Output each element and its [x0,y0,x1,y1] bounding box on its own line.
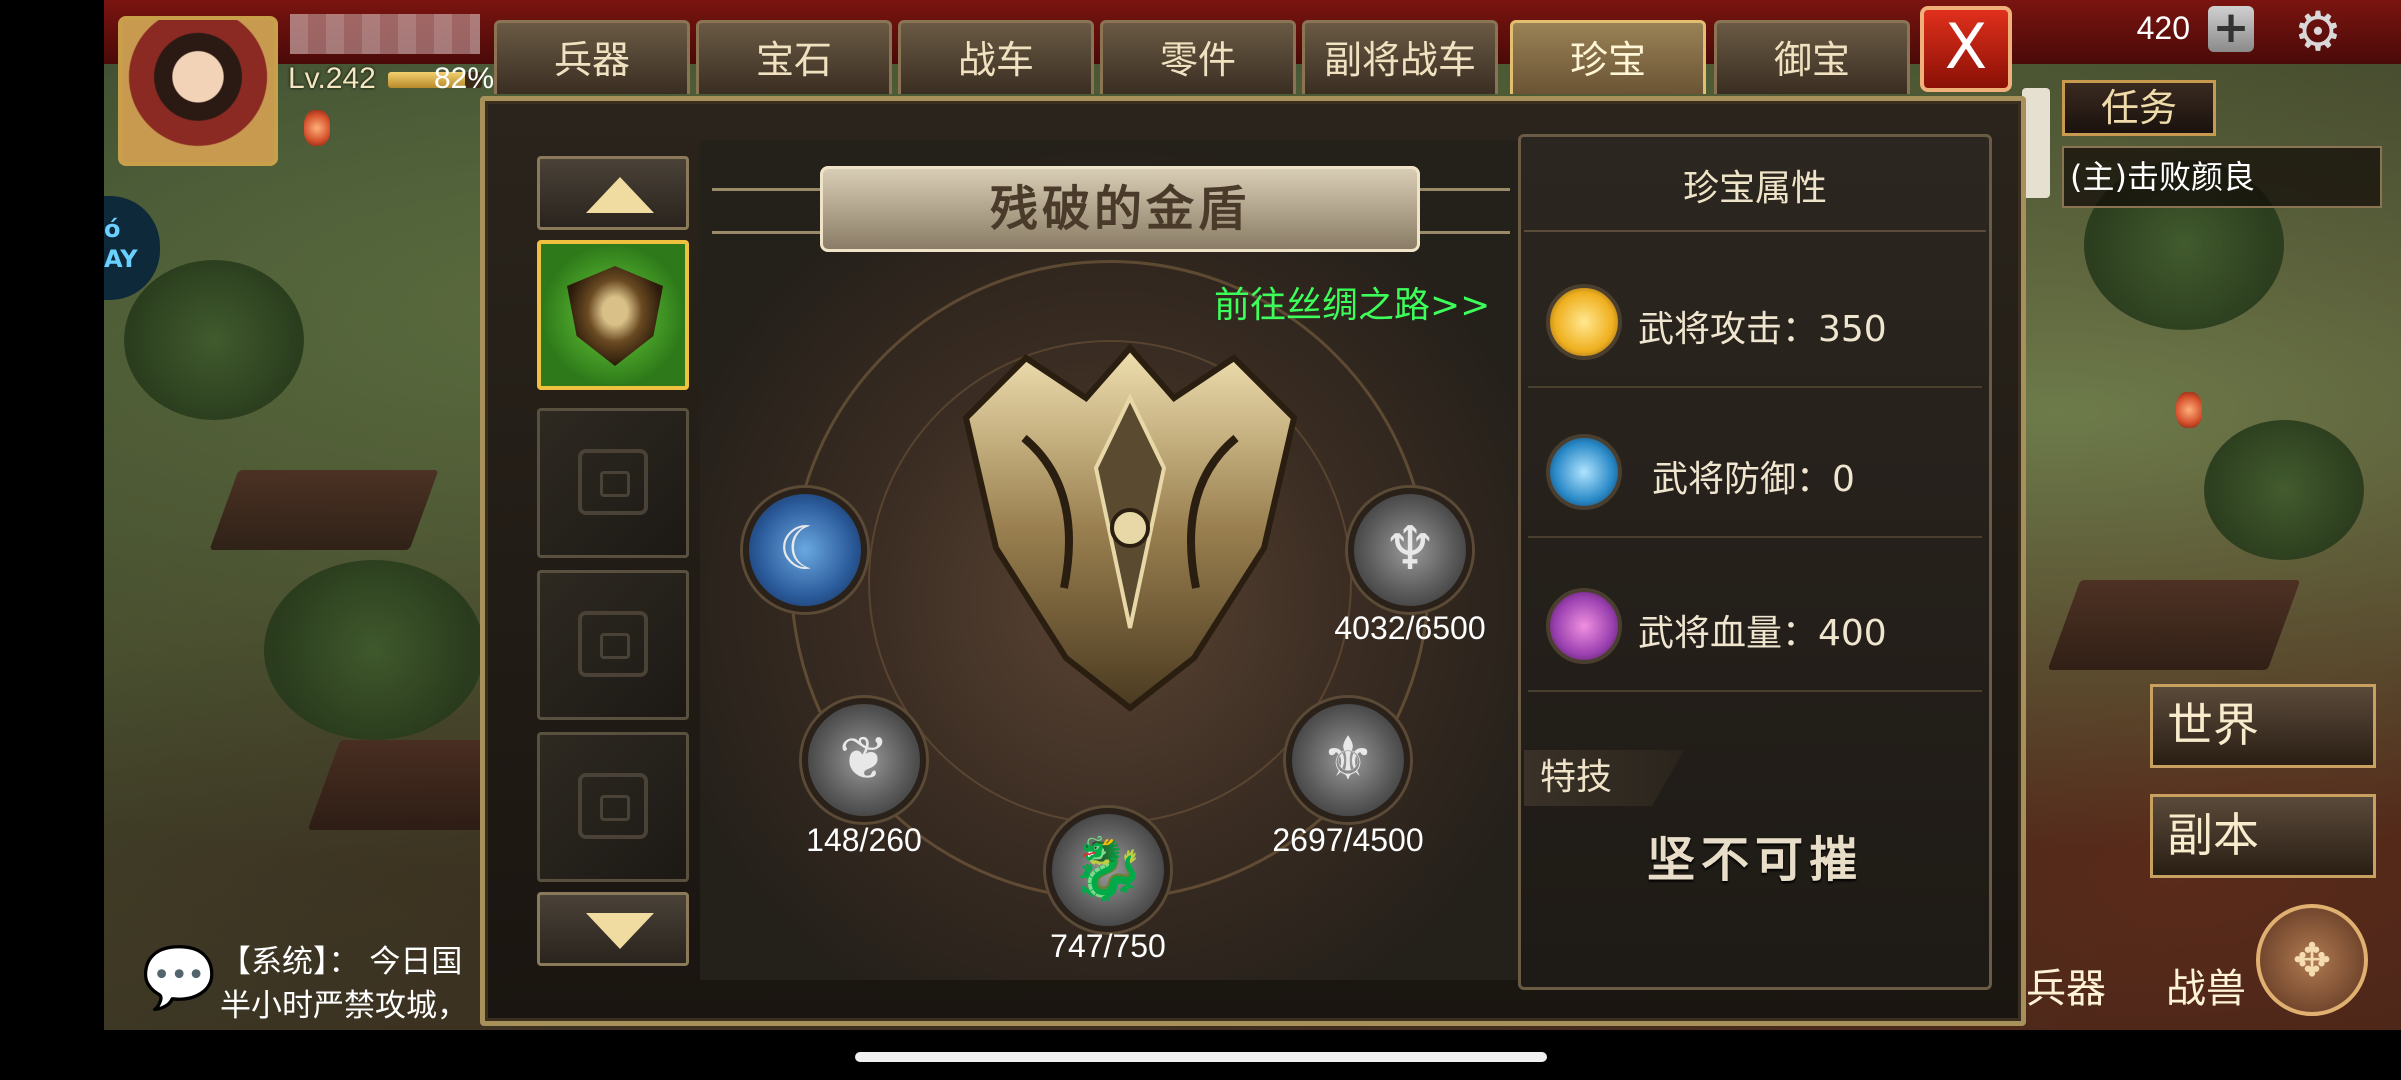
chat-line: 半小时严禁攻城， [220,988,468,1024]
fragment-bottom[interactable]: 🐉 [1046,808,1170,932]
attribute-row-health: 武将血量：400 [1528,560,1982,692]
chest-icon [578,611,648,677]
chest-icon [578,773,648,839]
fragment-lower-left[interactable]: ❦ [802,698,926,822]
fragment-progress-right: 4032/6500 [1334,610,1486,646]
add-currency-button[interactable]: + [2208,6,2254,52]
title-ornament [1420,188,1510,234]
silk-road-link[interactable]: 前往丝绸之路>> [1214,276,1490,328]
skill-name: 坚不可摧 [1646,832,1863,888]
compass-icon[interactable]: ✥ [2256,904,2368,1016]
player-avatar[interactable] [118,16,278,166]
bottom-menu-beasts[interactable]: 战兽 [2166,956,2246,1014]
spike-fragment-icon: ⚜ [1321,724,1375,794]
trident-fragment-icon: ♆ [1383,514,1437,584]
treasure-slot[interactable] [537,408,689,558]
treasure-slot-selected[interactable] [537,240,689,390]
tab-parts[interactable]: 零件 [1100,20,1296,94]
attribute-row-attack: 武将攻击：350 [1528,256,1982,388]
fragment-left[interactable]: ☾ [743,488,867,612]
gear-icon[interactable]: ⚙ [2290,4,2346,60]
tab-imperial-treasure[interactable]: 御宝 [1714,20,1910,94]
tab-gems[interactable]: 宝石 [696,20,892,94]
swirl-fragment-icon: ❦ [838,724,890,794]
scroll-down-button[interactable] [537,892,689,966]
attribute-label: 武将血量：400 [1638,613,1887,654]
world-button[interactable]: 世界 [2150,684,2376,768]
attributes-title: 珍宝属性 [1524,148,1986,232]
attribute-label: 武将攻击：350 [1638,309,1887,350]
fragment-progress-lower-left: 148/260 [806,822,922,858]
currency-amount: 420 [2136,10,2190,46]
tab-chariot[interactable]: 战车 [898,20,1094,94]
tab-treasure[interactable]: 珍宝 [1510,20,1706,94]
golden-shield-icon [962,343,1298,712]
fragment-lower-right[interactable]: ⚜ [1286,698,1410,822]
attribute-row-defense: 武将防御：0 [1528,406,1982,538]
exp-percent: 82% [434,62,495,95]
collapse-tab[interactable] [2022,88,2050,198]
bottom-menu-weapons[interactable]: 兵器 [2026,956,2106,1014]
treasure-name: 残破的金盾 [820,166,1420,252]
up-arrow-icon [586,177,654,213]
attribute-label: 武将防御：0 [1652,459,1855,500]
tab-weapons[interactable]: 兵器 [494,20,690,94]
dragon-fragment-icon: 🐉 [1070,834,1146,904]
home-indicator[interactable] [855,1052,1547,1062]
fragment-progress-bottom: 747/750 [1050,928,1166,964]
defense-icon [1546,434,1622,510]
player-name-blurred [290,14,480,54]
fragment-progress-lower-right: 2697/4500 [1272,822,1424,858]
attack-icon [1546,284,1622,360]
task-button[interactable]: 任务 [2062,80,2216,136]
blue-horn-fragment-icon: ☾ [778,514,832,584]
task-text[interactable]: (主)击败颜良 [2062,146,2382,208]
chat-icon[interactable]: 💬 [140,946,218,1010]
treasure-slot[interactable] [537,732,689,882]
fragment-right[interactable]: ♆ [1348,488,1472,612]
title-ornament [712,188,822,234]
close-button[interactable]: X [1920,6,2012,92]
health-icon [1546,588,1622,664]
chest-icon [578,449,648,515]
dungeon-button[interactable]: 副本 [2150,794,2376,878]
tab-deputy-chariot[interactable]: 副将战车 [1302,20,1498,94]
chat-line: 【系统】： 今日国 [220,944,463,980]
down-arrow-icon [586,913,654,949]
golden-shield-thumb-icon [567,266,663,366]
scroll-up-button[interactable] [537,156,689,230]
player-level: Lv.242 [288,62,376,95]
treasure-slot[interactable] [537,570,689,720]
